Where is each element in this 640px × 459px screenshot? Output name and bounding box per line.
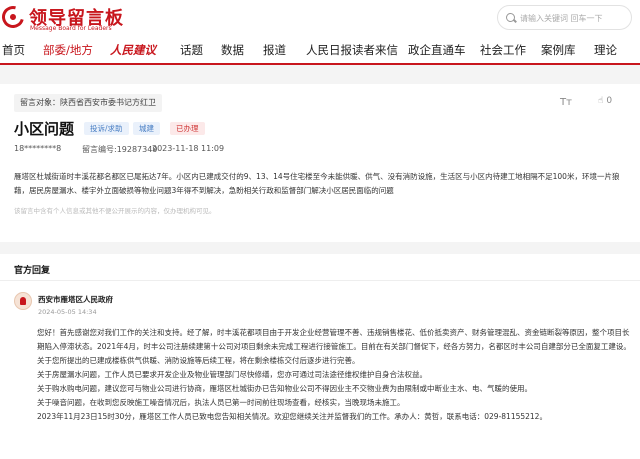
reply-time: 2024-05-05 14:34 bbox=[38, 308, 97, 316]
message-card: 留言对象：陕西省西安市委书记方红卫 Tт ☝ 0 小区问题 投诉/求助 城建 已… bbox=[0, 84, 640, 242]
thumbs-up-icon: ☝ bbox=[598, 96, 604, 106]
like-button[interactable]: ☝ 0 bbox=[598, 96, 612, 106]
nav-theory[interactable]: 理论 bbox=[594, 42, 617, 58]
logo-subtitle: Message Board for Leaders bbox=[30, 25, 112, 32]
reply-paragraph: 关于您所提出的已建成楼栋供气供暖、消防设施等后续工程，将在剩余楼栋交付后逐步进行… bbox=[37, 356, 360, 365]
official-reply-card: 官方回复 西安市雁塔区人民政府 2024-05-05 14:34 您好！首先感谢… bbox=[0, 254, 640, 459]
nav-ministries-local[interactable]: 部委/地方 bbox=[43, 42, 93, 58]
site-logo[interactable]: 领导留言板 Message Board for Leaders bbox=[0, 1, 152, 34]
message-content: 雁塔区杜城街道时丰溪花都名都区已尾拓达7年。小区内已建成交付的9、13、14号住… bbox=[14, 172, 620, 195]
search-input[interactable] bbox=[520, 11, 625, 25]
top-bar: 领导留言板 Message Board for Leaders bbox=[0, 0, 640, 38]
nav-gov-enterprise[interactable]: 政企直通车 bbox=[408, 42, 466, 58]
reply-body: 您好！首先感谢您对我们工作的关注和支持。经了解，时丰溪花都项目由于开发企业经营管… bbox=[37, 326, 632, 424]
nav-case-library[interactable]: 案例库 bbox=[541, 42, 576, 58]
tag-urban-construction[interactable]: 城建 bbox=[133, 122, 160, 135]
nav-home[interactable]: 首页 bbox=[2, 42, 25, 58]
nav-people-suggestions[interactable]: 人民建议 bbox=[110, 42, 156, 58]
org-avatar bbox=[14, 292, 32, 310]
nav-data[interactable]: 数据 bbox=[221, 42, 244, 58]
nav-topics[interactable]: 话题 bbox=[180, 42, 203, 58]
search-icon[interactable] bbox=[506, 13, 515, 22]
message-number: 留言编号:19287349 bbox=[82, 145, 158, 154]
message-recipient: 留言对象：陕西省西安市委书记方红卫 bbox=[14, 94, 162, 112]
nav-reports[interactable]: 报道 bbox=[263, 42, 286, 58]
reply-paragraph: 您好！首先感谢您对我们工作的关注和支持。经了解，时丰溪花都项目由于开发企业经营管… bbox=[37, 328, 631, 351]
like-count: 0 bbox=[606, 96, 613, 106]
reply-paragraph: 关于房屋漏水问题，工作人员已要求开发企业及物业管理部门尽快修缮，您亦可通过司法途… bbox=[37, 370, 427, 379]
reply-org: 西安市雁塔区人民政府 bbox=[38, 295, 113, 304]
message-author: 18********8 bbox=[14, 144, 62, 153]
reply-paragraph: 关于购水购电问题，建议您可与物业公司进行协商，雁塔区杜城街办已告知物业公司不得因… bbox=[37, 384, 532, 393]
main-nav: 首页 部委/地方 人民建议 话题 数据 报道 人民日报读者来信 政企直通车 社会… bbox=[0, 38, 640, 65]
logo-mark-icon bbox=[0, 1, 29, 33]
divider bbox=[0, 280, 640, 281]
message-datetime: 2023-11-18 11:09 bbox=[152, 144, 225, 153]
reply-heading: 官方回复 bbox=[14, 266, 51, 276]
reply-paragraph: 关于噪音问题，在收到您反映施工噪音情况后，执法人员已第一时间前往现场查看，经核实… bbox=[37, 398, 405, 407]
search-box[interactable] bbox=[497, 5, 632, 30]
tag-complaint[interactable]: 投诉/求助 bbox=[84, 122, 129, 135]
nav-reader-letters[interactable]: 人民日报读者来信 bbox=[306, 42, 398, 58]
font-size-icon[interactable]: Tт bbox=[560, 97, 572, 108]
message-title: 小区问题 bbox=[14, 120, 75, 138]
privacy-disclaimer: 该留言中含有个人信息或其他不便公开展示的内容，仅办理机构可见。 bbox=[14, 207, 216, 215]
reply-paragraph: 2023年11月23日15时30分，雁塔区工作人员已致电您告知相关情况。欢迎您继… bbox=[37, 412, 547, 421]
nav-social-work[interactable]: 社会工作 bbox=[480, 42, 526, 58]
status-badge: 已办理 bbox=[170, 122, 205, 135]
